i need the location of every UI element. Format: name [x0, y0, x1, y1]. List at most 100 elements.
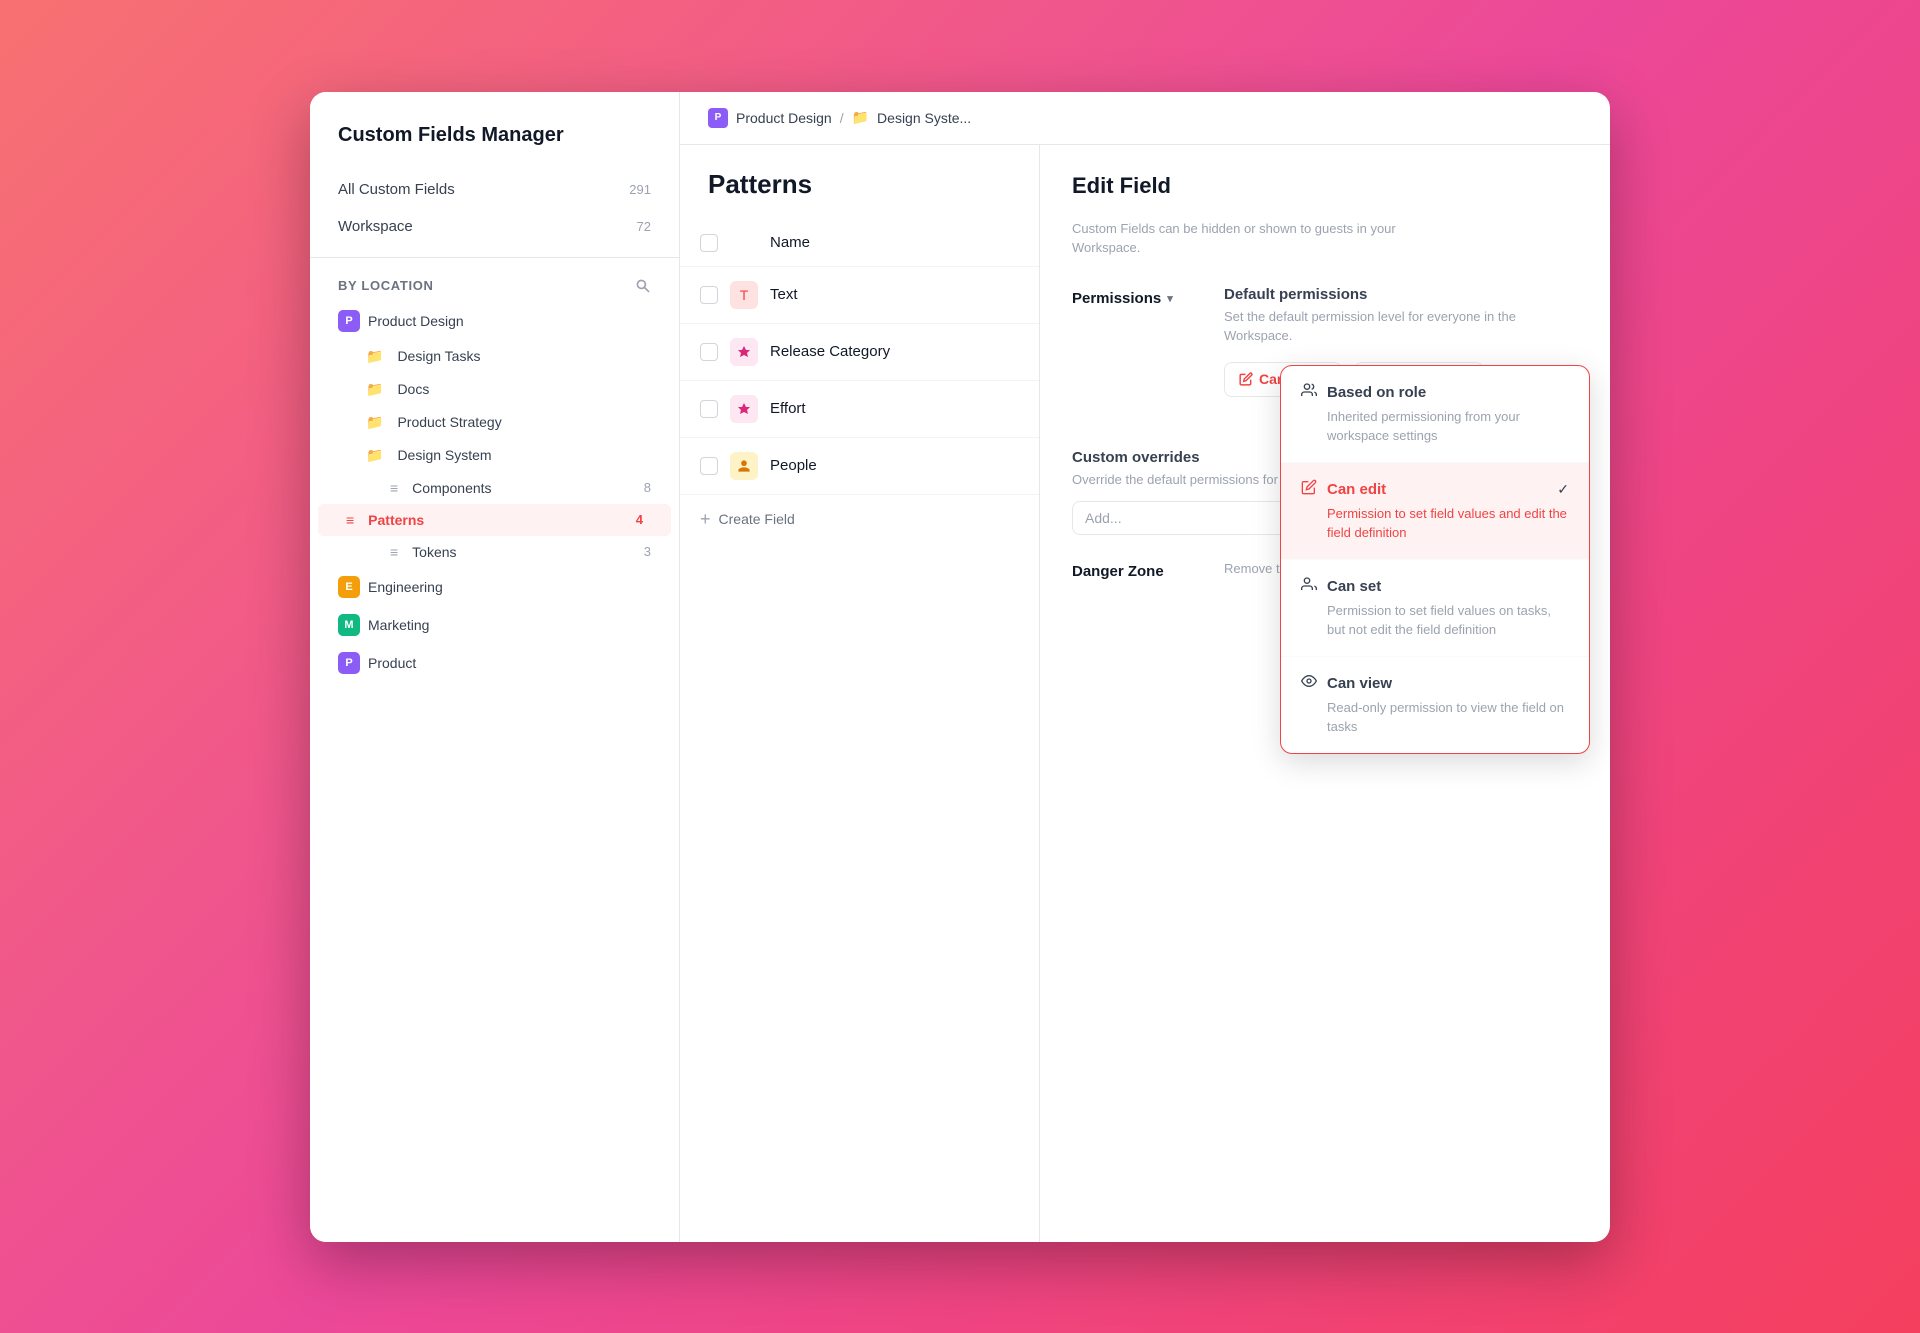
field-checkbox-people[interactable]	[700, 457, 718, 475]
dropdown-can-edit-title: Can edit	[1327, 481, 1547, 498]
breadcrumb-workspace: Product Design	[736, 110, 832, 126]
location-marketing[interactable]: M Marketing	[310, 606, 679, 644]
field-label-release-category: Release Category	[770, 343, 890, 360]
list-icon-active: ≡	[346, 512, 354, 528]
create-field-label: Create Field	[719, 511, 795, 527]
dropdown-item-header-view: Can view	[1301, 673, 1569, 694]
field-icon-effort	[730, 395, 758, 423]
sidebar-divider	[310, 257, 679, 258]
main-area: P Product Design / 📁 Design Syste... Pat…	[680, 92, 1610, 1242]
dropdown-can-view-desc: Read-only permission to view the field o…	[1301, 698, 1569, 737]
sidebar-nav-workspace-count: 72	[637, 219, 651, 234]
sidebar-nav-all-custom-fields[interactable]: All Custom Fields 291	[310, 171, 679, 208]
location-engineering[interactable]: E Engineering	[310, 568, 679, 606]
default-permissions-title: Default permissions	[1224, 286, 1578, 303]
folder-icon: 📁	[366, 348, 383, 365]
dropdown-item-header-role: Based on role	[1301, 382, 1569, 403]
dropdown-can-set-desc: Permission to set field values on tasks,…	[1301, 601, 1569, 640]
search-icon[interactable]	[635, 278, 651, 294]
dropdown-item-header-edit: Can edit ✓	[1301, 479, 1569, 500]
sidebar-title: Custom Fields Manager	[310, 124, 679, 171]
dropdown-based-on-role-title: Based on role	[1327, 384, 1569, 401]
by-location-label: By Location	[338, 278, 434, 293]
sidebar-nav-all-count: 291	[629, 182, 651, 197]
location-product-design-label: Product Design	[368, 313, 464, 329]
edit-pencil-icon	[1301, 479, 1317, 500]
patterns-count: 4	[636, 512, 643, 527]
edit-panel-title: Edit Field	[1072, 173, 1578, 199]
field-icon-release-category	[730, 338, 758, 366]
location-docs-label: Docs	[397, 381, 429, 397]
location-components[interactable]: ≡ Components 8	[310, 472, 679, 504]
location-design-tasks[interactable]: 📁 Design Tasks	[310, 340, 679, 373]
badge-marketing: M	[338, 614, 360, 636]
field-item-release-category[interactable]: Release Category	[680, 324, 1039, 381]
sidebar-nav-workspace[interactable]: Workspace 72	[310, 208, 679, 245]
location-patterns-label: Patterns	[368, 512, 424, 528]
field-label-people: People	[770, 457, 817, 474]
field-item-people[interactable]: People	[680, 438, 1039, 495]
breadcrumb-folder: Design Syste...	[877, 110, 971, 126]
location-marketing-label: Marketing	[368, 617, 429, 633]
field-item-text[interactable]: T Text	[680, 267, 1039, 324]
folder-icon: 📁	[366, 414, 383, 431]
badge-engineering: E	[338, 576, 360, 598]
location-product-strategy[interactable]: 📁 Product Strategy	[310, 406, 679, 439]
can-set-icon	[1301, 576, 1317, 597]
location-tokens[interactable]: ≡ Tokens 3	[310, 536, 679, 568]
sidebar-nav-workspace-label: Workspace	[338, 218, 413, 235]
list-icon: ≡	[390, 544, 398, 560]
folder-icon: 📁	[366, 381, 383, 398]
dropdown-item-header-set: Can set	[1301, 576, 1569, 597]
location-design-tasks-label: Design Tasks	[397, 348, 480, 364]
role-icon	[1301, 382, 1317, 403]
folder-icon: 📁	[366, 447, 383, 464]
can-edit-checkmark: ✓	[1557, 481, 1569, 498]
danger-zone-label: Danger Zone	[1072, 563, 1192, 580]
dropdown-item-can-set[interactable]: Can set Permission to set field values o…	[1281, 560, 1589, 657]
location-product[interactable]: P Product	[310, 644, 679, 682]
dropdown-item-can-edit[interactable]: Can edit ✓ Permission to set field value…	[1281, 463, 1589, 560]
tokens-count: 3	[644, 544, 651, 559]
location-product-design[interactable]: P Product Design	[310, 302, 679, 340]
location-docs[interactable]: 📁 Docs	[310, 373, 679, 406]
list-icon: ≡	[390, 480, 398, 496]
permissions-dropdown-arrow[interactable]: ▾	[1167, 292, 1173, 305]
badge-product-design: P	[338, 310, 360, 332]
fields-panel: Patterns Name T Text	[680, 145, 1040, 1242]
dropdown-item-can-view[interactable]: Can view Read-only permission to view th…	[1281, 657, 1589, 753]
breadcrumb-separator: /	[840, 110, 844, 126]
fields-panel-title: Patterns	[680, 145, 1039, 220]
create-field-plus-icon: +	[700, 509, 711, 530]
dropdown-can-view-title: Can view	[1327, 675, 1569, 692]
location-patterns-active[interactable]: ≡ Patterns 4	[318, 504, 671, 536]
field-checkbox-name[interactable]	[700, 234, 718, 252]
field-icon-people	[730, 452, 758, 480]
field-checkbox-text[interactable]	[700, 286, 718, 304]
breadcrumb: P Product Design / 📁 Design Syste...	[680, 92, 1610, 145]
field-checkbox-effort[interactable]	[700, 400, 718, 418]
app-container: Custom Fields Manager All Custom Fields …	[310, 92, 1610, 1242]
field-icon-text: T	[730, 281, 758, 309]
default-permissions-desc: Set the default permission level for eve…	[1224, 307, 1578, 346]
field-item-effort[interactable]: Effort	[680, 381, 1039, 438]
field-checkbox-release[interactable]	[700, 343, 718, 361]
dropdown-item-based-on-role[interactable]: Based on role Inherited permissioning fr…	[1281, 366, 1589, 463]
dropdown-can-set-title: Can set	[1327, 578, 1569, 595]
sidebar: Custom Fields Manager All Custom Fields …	[310, 92, 680, 1242]
permissions-dropdown-menu: Based on role Inherited permissioning fr…	[1280, 365, 1590, 754]
edit-panel: Edit Field Custom Fields can be hidden o…	[1040, 145, 1610, 1242]
dropdown-can-edit-desc: Permission to set field values and edit …	[1301, 504, 1569, 543]
edit-icon	[1239, 372, 1253, 386]
create-field-button[interactable]: + Create Field	[680, 495, 1039, 544]
location-design-system[interactable]: 📁 Design System	[310, 439, 679, 472]
add-override-placeholder: Add...	[1085, 510, 1122, 526]
permissions-label-text: Permissions	[1072, 290, 1161, 307]
breadcrumb-badge: P	[708, 108, 728, 128]
location-product-strategy-label: Product Strategy	[397, 414, 501, 430]
field-item-name[interactable]: Name	[680, 220, 1039, 267]
badge-product: P	[338, 652, 360, 674]
components-count: 8	[644, 480, 651, 495]
location-design-system-label: Design System	[397, 447, 491, 463]
location-components-label: Components	[412, 480, 491, 496]
